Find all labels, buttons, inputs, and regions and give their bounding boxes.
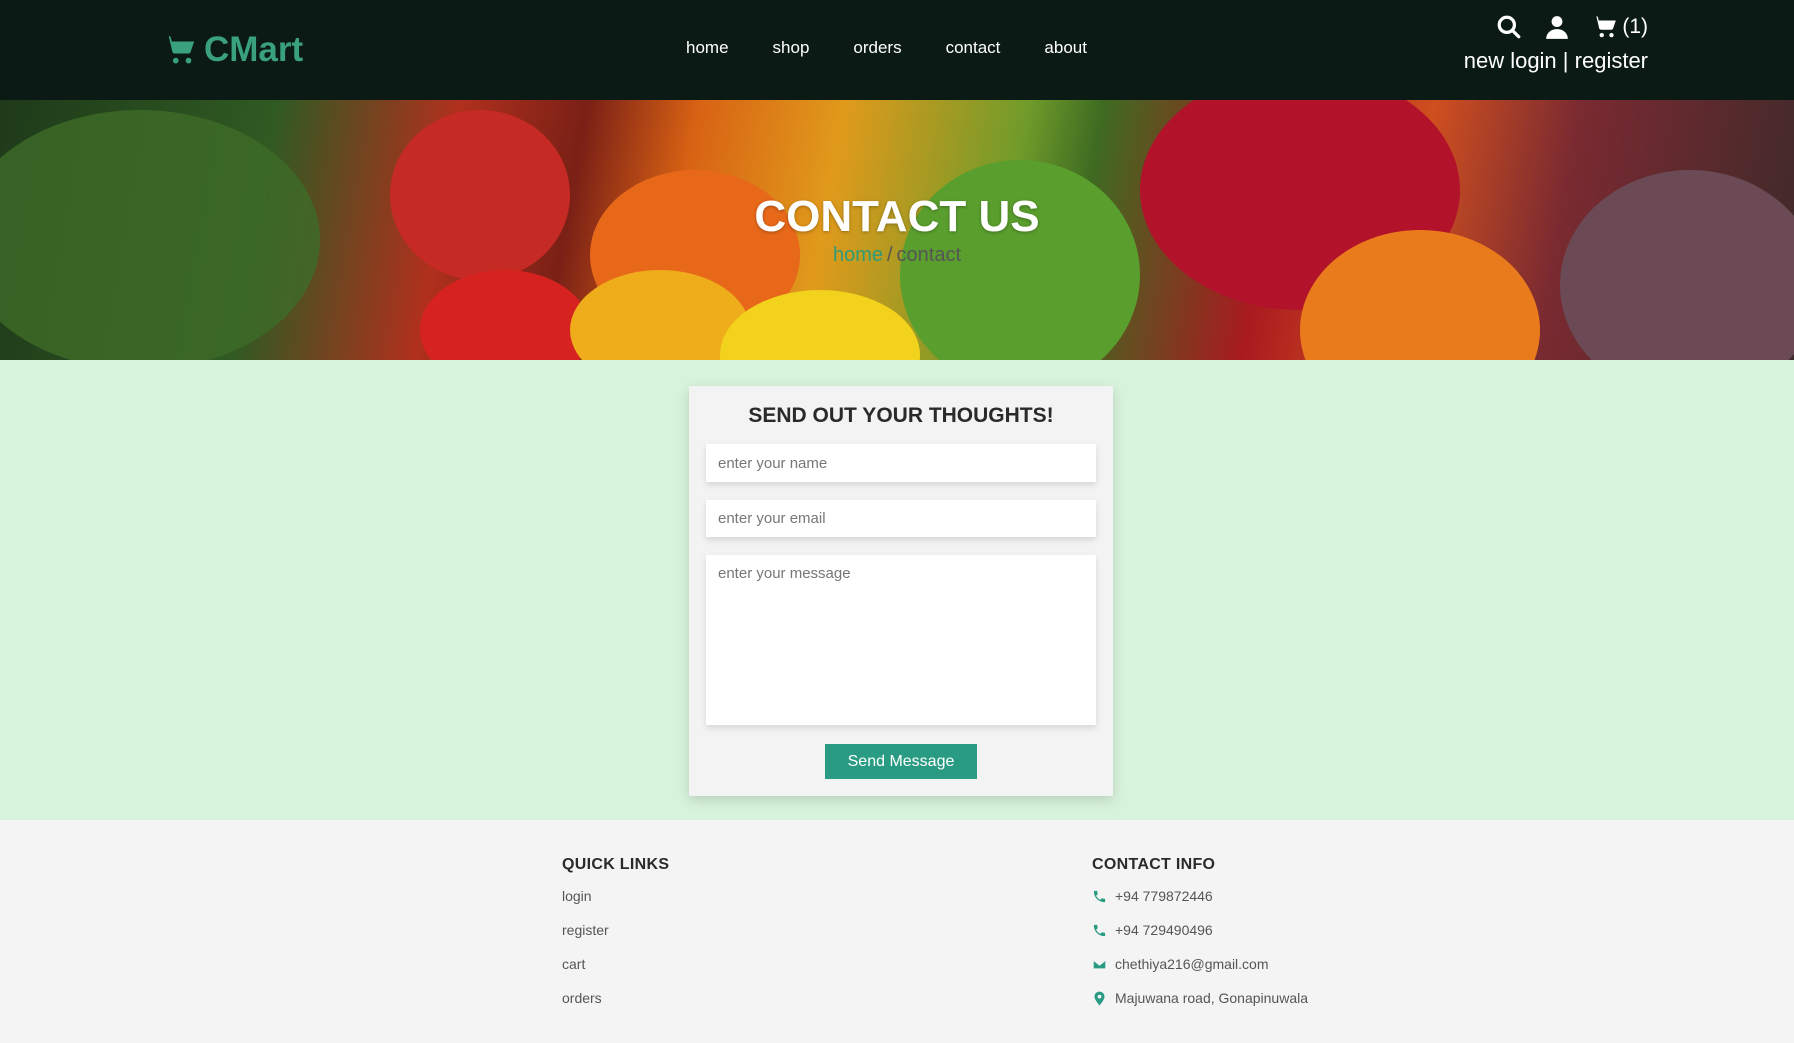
breadcrumb-current: contact [896,244,962,266]
brand-logo[interactable]: CMart [162,30,303,70]
hero-banner: CONTACT US home / contact [0,100,1794,360]
nav-shop[interactable]: shop [773,38,810,58]
quick-links-title: QUICK LINKS [562,856,670,873]
footer-link-login[interactable]: login [562,888,669,922]
form-title: SEND OUT YOUR THOUGHTS! [748,404,1054,427]
map-pin-icon [1094,991,1105,1006]
email-input[interactable] [706,500,1096,537]
search-icon[interactable] [1496,14,1522,40]
register-link[interactable]: register [1575,48,1648,73]
login-link[interactable]: new login [1464,48,1557,73]
brand-name: CMart [204,30,304,69]
header: CMart home shop orders contact about (1)… [0,0,1794,100]
contact-info-section: CONTACT INFO +94 779872446 +94 729490496… [1092,856,1308,1024]
envelope-icon [1092,959,1107,970]
page-title: CONTACT US [754,192,1040,241]
breadcrumb-home[interactable]: home [833,244,883,266]
contact-email[interactable]: chethiya216@gmail.com [1092,956,1308,990]
contact-phone-2[interactable]: +94 729490496 [1092,922,1308,956]
contact-phone-2-text: +94 729490496 [1115,922,1213,938]
nav-home[interactable]: home [686,38,729,58]
phone-icon [1093,924,1106,937]
header-icons: (1) [1496,14,1648,40]
cart-logo-icon [164,35,195,64]
contact-address-text: Majuwana road, Gonapinuwala [1115,990,1309,1006]
footer-link-register[interactable]: register [562,922,669,956]
contact-phone-1[interactable]: +94 779872446 [1092,888,1308,922]
main-nav: home shop orders contact about [686,38,1087,58]
breadcrumb-separator: / [886,244,893,266]
message-input[interactable] [706,555,1096,725]
footer-link-cart[interactable]: cart [562,956,669,990]
breadcrumb: home / contact [0,244,1794,267]
name-input[interactable] [706,444,1096,482]
cart-button[interactable]: (1) [1592,14,1648,40]
footer: QUICK LINKS login register cart orders C… [0,820,1794,1043]
footer-link-orders[interactable]: orders [562,990,669,1024]
contact-phone-1-text: +94 779872446 [1115,888,1213,904]
nav-orders[interactable]: orders [853,38,901,58]
contact-email-text: chethiya216@gmail.com [1115,956,1269,972]
contact-address: Majuwana road, Gonapinuwala [1092,990,1308,1024]
nav-about[interactable]: about [1044,38,1087,58]
contact-info-title: CONTACT INFO [1092,856,1216,873]
auth-links: new login | register [1464,48,1648,74]
nav-contact[interactable]: contact [946,38,1001,58]
quick-links-section: QUICK LINKS login register cart orders [562,856,669,1024]
cart-count: (1) [1622,15,1648,38]
phone-icon [1093,890,1106,903]
auth-separator: | [1562,48,1569,73]
cart-icon [1593,16,1617,38]
user-icon[interactable] [1544,14,1570,40]
send-message-button[interactable]: Send Message [825,744,977,779]
hero-bg-pepper [420,270,590,360]
contact-form-card: SEND OUT YOUR THOUGHTS! Send Message [689,386,1113,796]
